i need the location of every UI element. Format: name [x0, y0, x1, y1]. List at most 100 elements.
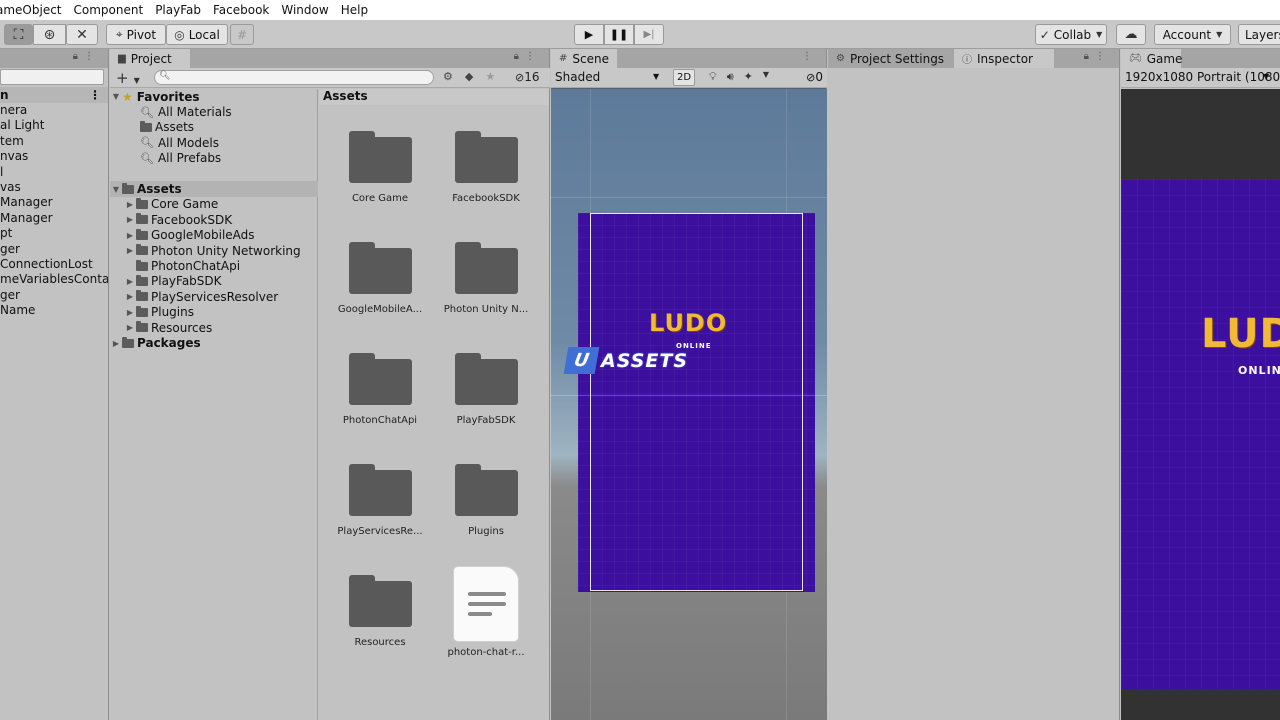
expand-arrow-icon[interactable]: ▶ — [124, 246, 136, 255]
asset-file[interactable]: photon-chat-r... — [436, 567, 536, 658]
cloud-button[interactable]: ☁ — [1116, 24, 1146, 45]
expand-arrow-icon[interactable]: ▼ — [110, 185, 122, 194]
step-button[interactable]: ▶| — [634, 24, 664, 45]
asset-folder[interactable]: Resources — [330, 575, 430, 648]
rect-tool-button[interactable]: ⛶ — [4, 24, 33, 45]
custom-tool-button[interactable]: ✕ — [66, 24, 98, 45]
layers-dropdown[interactable]: Layers — [1238, 24, 1280, 45]
lock-icon[interactable]: 🔒︎ — [73, 51, 84, 62]
shading-mode-dropdown[interactable]: Shaded — [555, 70, 600, 84]
expand-arrow-icon[interactable]: ▶ — [124, 231, 136, 240]
tree-packages[interactable]: ▶ Packages — [110, 335, 318, 350]
account-dropdown[interactable]: Account ▼ — [1154, 24, 1231, 45]
audio-icon[interactable]: 🔊︎ — [727, 70, 734, 84]
tree-favorite-item[interactable]: Assets — [110, 120, 318, 135]
hierarchy-item[interactable]: l — [0, 165, 108, 180]
tree-folder[interactable]: ▶ Photon Unity Networking — [110, 243, 318, 258]
breadcrumb[interactable]: Assets — [319, 89, 549, 105]
effects-icon[interactable]: ✦ — [744, 70, 753, 84]
menu-dots-icon[interactable]: ⋮ — [525, 51, 541, 62]
hierarchy-search-input[interactable] — [0, 69, 104, 85]
tree-favorite-item[interactable]: 🔍︎ All Models — [110, 135, 318, 150]
chevron-down-icon[interactable]: ▼ — [653, 72, 659, 81]
tree-folder[interactable]: ▶ PlayServicesResolver — [110, 289, 318, 304]
tab-project-settings[interactable]: ⚙ Project Settings — [828, 49, 954, 68]
chevron-down-icon[interactable]: ▼ — [1263, 72, 1269, 81]
tree-folder[interactable]: ▶ FacebookSDK — [110, 212, 318, 227]
expand-arrow-icon[interactable]: ▶ — [110, 339, 122, 348]
hierarchy-item[interactable]: tem — [0, 134, 108, 149]
pivot-toggle[interactable]: ⌖ Pivot — [106, 24, 166, 45]
hierarchy-item[interactable]: vas — [0, 180, 108, 195]
local-toggle[interactable]: ◎ Local — [166, 24, 228, 45]
menu-playfab[interactable]: PlayFab — [149, 3, 207, 17]
tab-project[interactable]: ▆ Project — [110, 49, 190, 68]
hidden-objects-count[interactable]: ⊘0 — [806, 70, 823, 84]
expand-arrow-icon[interactable]: ▶ — [124, 308, 136, 317]
asset-folder[interactable]: PlayServicesRe... — [330, 464, 430, 537]
asset-folder[interactable]: Plugins — [436, 464, 536, 537]
hierarchy-item[interactable]: meVariablesContaine — [0, 272, 108, 287]
asset-folder[interactable]: PlayFabSDK — [436, 353, 536, 426]
hidden-count[interactable]: ⊘16 — [515, 70, 540, 84]
lock-icon[interactable]: 🔒︎ — [1084, 51, 1095, 62]
expand-arrow-icon[interactable]: ▶ — [124, 277, 136, 286]
tree-folder[interactable]: ▶ Resources — [110, 320, 318, 335]
filter-type-icon[interactable]: ⚙ — [443, 70, 453, 83]
asset-folder[interactable]: GoogleMobileA... — [330, 242, 430, 315]
create-button[interactable]: + ▼ — [116, 69, 140, 87]
tree-assets[interactable]: ▼ Assets — [110, 181, 318, 197]
menu-help[interactable]: Help — [335, 3, 374, 17]
tree-folder[interactable]: PhotonChatApi — [110, 258, 318, 273]
asset-folder[interactable]: FacebookSDK — [436, 131, 536, 204]
menu-dots-icon[interactable]: ⋮ — [802, 51, 818, 62]
asset-folder[interactable]: PhotonChatApi — [330, 353, 430, 426]
expand-arrow-icon[interactable]: ▶ — [124, 200, 136, 209]
tab-scene[interactable]: # Scene — [551, 49, 617, 68]
pause-button[interactable]: ❚❚ — [604, 24, 634, 45]
tree-folder[interactable]: ▶ Plugins — [110, 305, 318, 320]
play-button[interactable]: ▶ — [574, 24, 604, 45]
collab-button[interactable]: ✓ Collab ▼ — [1035, 24, 1107, 45]
menu-dots-icon[interactable]: ⋮ — [84, 51, 100, 62]
scene-header[interactable]: n ⋮ — [0, 87, 108, 103]
menu-facebook[interactable]: Facebook — [207, 3, 275, 17]
menu-dots-icon[interactable]: ⋮ — [1095, 51, 1111, 62]
game-viewport[interactable]: LUDO ONLIN — [1121, 89, 1280, 720]
hierarchy-item[interactable]: ger — [0, 242, 108, 257]
expand-arrow-icon[interactable]: ▼ — [110, 92, 122, 101]
tab-inspector[interactable]: ⓘ Inspector — [954, 49, 1054, 68]
mode-2d-toggle[interactable]: 2D — [673, 69, 695, 86]
hierarchy-item[interactable]: nvas — [0, 149, 108, 164]
transform-tool-button[interactable]: ⊛ — [33, 24, 66, 45]
hierarchy-item[interactable]: ConnectionLost — [0, 257, 108, 272]
hierarchy-item[interactable]: Manager — [0, 211, 108, 226]
hierarchy-item[interactable]: Name — [0, 303, 108, 318]
menu-component[interactable]: Component — [68, 3, 150, 17]
resolution-dropdown[interactable]: 1920x1080 Portrait (1080 — [1125, 70, 1280, 84]
scene-viewport[interactable]: LUDO ONLINE U ASSETS — [551, 89, 827, 720]
menu-dots-icon[interactable]: ⋮ — [89, 88, 101, 102]
light-bulb-icon[interactable]: 💡︎ — [709, 70, 717, 84]
grid-snap-button[interactable]: # — [230, 24, 254, 45]
hierarchy-item[interactable]: al Light — [0, 118, 108, 133]
asset-folder[interactable]: Core Game — [330, 131, 430, 204]
asset-folder[interactable]: Photon Unity N... — [436, 242, 536, 315]
favorite-star-icon[interactable]: ★ — [485, 70, 495, 83]
hierarchy-item[interactable]: nera — [0, 103, 108, 118]
expand-arrow-icon[interactable]: ▶ — [124, 323, 136, 332]
tree-folder[interactable]: ▶ Core Game — [110, 197, 318, 212]
tree-favorites[interactable]: ▼ ★ Favorites — [110, 89, 318, 104]
menu-window[interactable]: Window — [275, 3, 334, 17]
hierarchy-item[interactable]: ger — [0, 288, 108, 303]
project-search-input[interactable]: 🔍︎ — [154, 70, 434, 85]
tree-folder[interactable]: ▶ PlayFabSDK — [110, 274, 318, 289]
expand-arrow-icon[interactable]: ▶ — [124, 292, 136, 301]
hierarchy-item[interactable]: Manager — [0, 195, 108, 210]
tree-folder[interactable]: ▶ GoogleMobileAds — [110, 228, 318, 243]
expand-arrow-icon[interactable]: ▶ — [124, 215, 136, 224]
tab-game[interactable]: 🎮︎ Game — [1121, 49, 1182, 68]
chevron-down-icon[interactable]: ▼ — [763, 70, 769, 84]
lock-icon[interactable]: 🔒︎ — [514, 51, 525, 62]
tree-favorite-item[interactable]: 🔍︎ All Materials — [110, 104, 318, 119]
